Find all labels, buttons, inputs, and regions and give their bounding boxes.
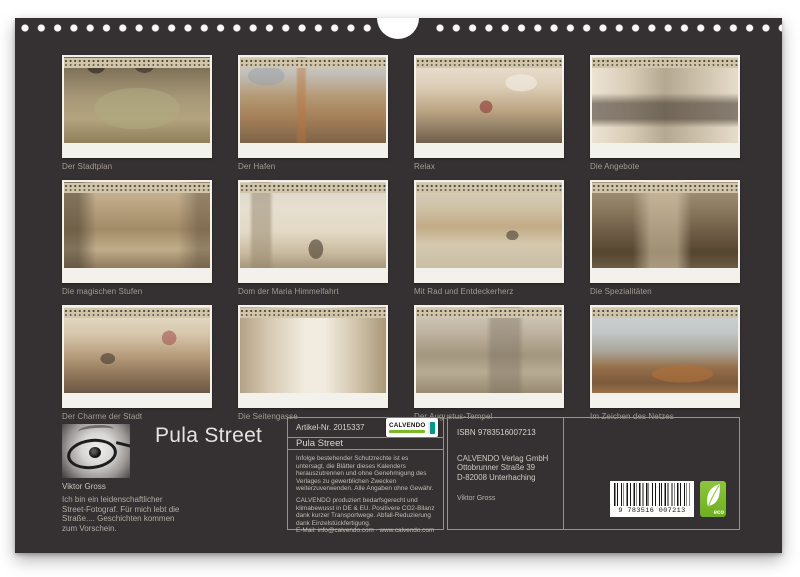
isbn-text: ISBN 9783516007213 [457, 428, 559, 437]
author-bio: Ich bin ein leidenschaftlicher Street-Fo… [62, 495, 188, 533]
month-thumbnail: Der Augustus-Tempel [414, 305, 564, 425]
author-portrait [62, 424, 130, 478]
mini-date-grid [592, 183, 738, 193]
mini-date-grid [416, 58, 562, 68]
thumbnail-caption: Der Hafen [238, 162, 388, 171]
mini-date-grid [592, 308, 738, 318]
article-number: Artikel-Nr. 2015337 [296, 423, 364, 432]
calvendo-logo-text: CALVENDO [389, 422, 425, 429]
thumbnail-caption: Relax [414, 162, 564, 171]
mini-date-grid [592, 58, 738, 68]
mini-date-grid [64, 308, 210, 318]
thumbnail-caption: Die Angebote [590, 162, 740, 171]
eco-label: eco [714, 510, 724, 516]
thumbnail-caption: Die Spezialitäten [590, 287, 740, 296]
month-thumbnail: Die magischen Stufen [62, 180, 212, 300]
thumbnail-grid: Der Stadtplan Der Hafen Relax Die Angebo… [62, 55, 756, 425]
imprint-box: ISBN 9783516007213 CALVENDO Verlag GmbH … [447, 417, 740, 530]
mini-date-grid [416, 308, 562, 318]
mini-date-grid [64, 183, 210, 193]
barcode-digits: 9 783516 007213 [614, 507, 690, 515]
month-thumbnail: Der Stadtplan [62, 55, 212, 175]
binding-holes-left [21, 24, 378, 32]
month-thumbnail: Die Angebote [590, 55, 740, 175]
mini-date-grid [240, 308, 386, 318]
month-thumbnail: Dom der Maria Himmelfahrt [238, 180, 388, 300]
month-thumbnail: Im Zeichen des Netzes [590, 305, 740, 425]
month-photo [416, 307, 562, 393]
month-photo [64, 57, 210, 143]
mini-date-grid [64, 58, 210, 68]
calvendo-logo: CALVENDO [386, 418, 438, 437]
month-photo [592, 57, 738, 143]
eco-badge: eco [700, 481, 726, 517]
thumbnail-caption: Mit Rad und Entdeckerherz [414, 287, 564, 296]
calvendo-logo-tagline [389, 430, 425, 432]
contact-line: E-Mail: info@calvendo.com · www.calvendo… [296, 527, 436, 534]
month-photo [240, 182, 386, 268]
calvendo-calendar-icon [428, 422, 435, 434]
calendar-sheet: Der Stadtplan Der Hafen Relax Die Angebo… [15, 18, 782, 553]
publisher-city: D-82008 Unterhaching [457, 473, 559, 482]
month-thumbnail: Mit Rad und Entdeckerherz [414, 180, 564, 300]
calendar-title-cell: Pula Street [288, 438, 443, 450]
leaf-icon [703, 483, 723, 511]
month-thumbnail: Der Hafen [238, 55, 388, 175]
mini-date-grid [416, 183, 562, 193]
ean-barcode: 9 783516 007213 [610, 481, 694, 517]
thumbnail-caption: Der Charme der Stadt [62, 412, 212, 421]
month-photo [592, 307, 738, 393]
hanging-hole [377, 18, 419, 39]
publisher-address: CALVENDO Verlag GmbH Ottobrunner Straße … [457, 454, 559, 482]
article-info-box: Artikel-Nr. 2015337 CALVENDO Pula Street… [287, 417, 444, 530]
calendar-back-cover: Der Stadtplan Der Hafen Relax Die Angebo… [0, 0, 800, 577]
legal-notice: Infolge bestehender Schutzrechte ist es … [296, 455, 436, 493]
eyebrow-art [78, 424, 115, 437]
mini-date-grid [240, 183, 386, 193]
binding-holes-right [436, 24, 782, 32]
month-photo [240, 57, 386, 143]
month-photo [64, 307, 210, 393]
barcode-bars [614, 483, 690, 506]
month-photo [240, 307, 386, 393]
publisher-street: Ottobrunner Straße 39 [457, 463, 559, 472]
glasses-temple-art [116, 441, 130, 448]
month-thumbnail: Relax [414, 55, 564, 175]
month-photo [64, 182, 210, 268]
page-title: Pula Street [155, 424, 262, 448]
month-photo [592, 182, 738, 268]
month-thumbnail: Die Spezialitäten [590, 180, 740, 300]
month-thumbnail: Die Seitengasse [238, 305, 388, 425]
author-name: Viktor Gross [62, 482, 106, 491]
thumbnail-caption: Dom der Maria Himmelfahrt [238, 287, 388, 296]
thumbnail-caption: Die magischen Stufen [62, 287, 212, 296]
contributor-name: Viktor Gross [457, 495, 559, 502]
month-photo [416, 57, 562, 143]
month-thumbnail: Der Charme der Stadt [62, 305, 212, 425]
eye-art [89, 447, 101, 458]
month-photo [416, 182, 562, 268]
production-note: CALVENDO produziert bedarfsgerecht und k… [296, 497, 436, 527]
publisher-name: CALVENDO Verlag GmbH [457, 454, 559, 463]
thumbnail-caption: Der Stadtplan [62, 162, 212, 171]
mini-date-grid [240, 58, 386, 68]
